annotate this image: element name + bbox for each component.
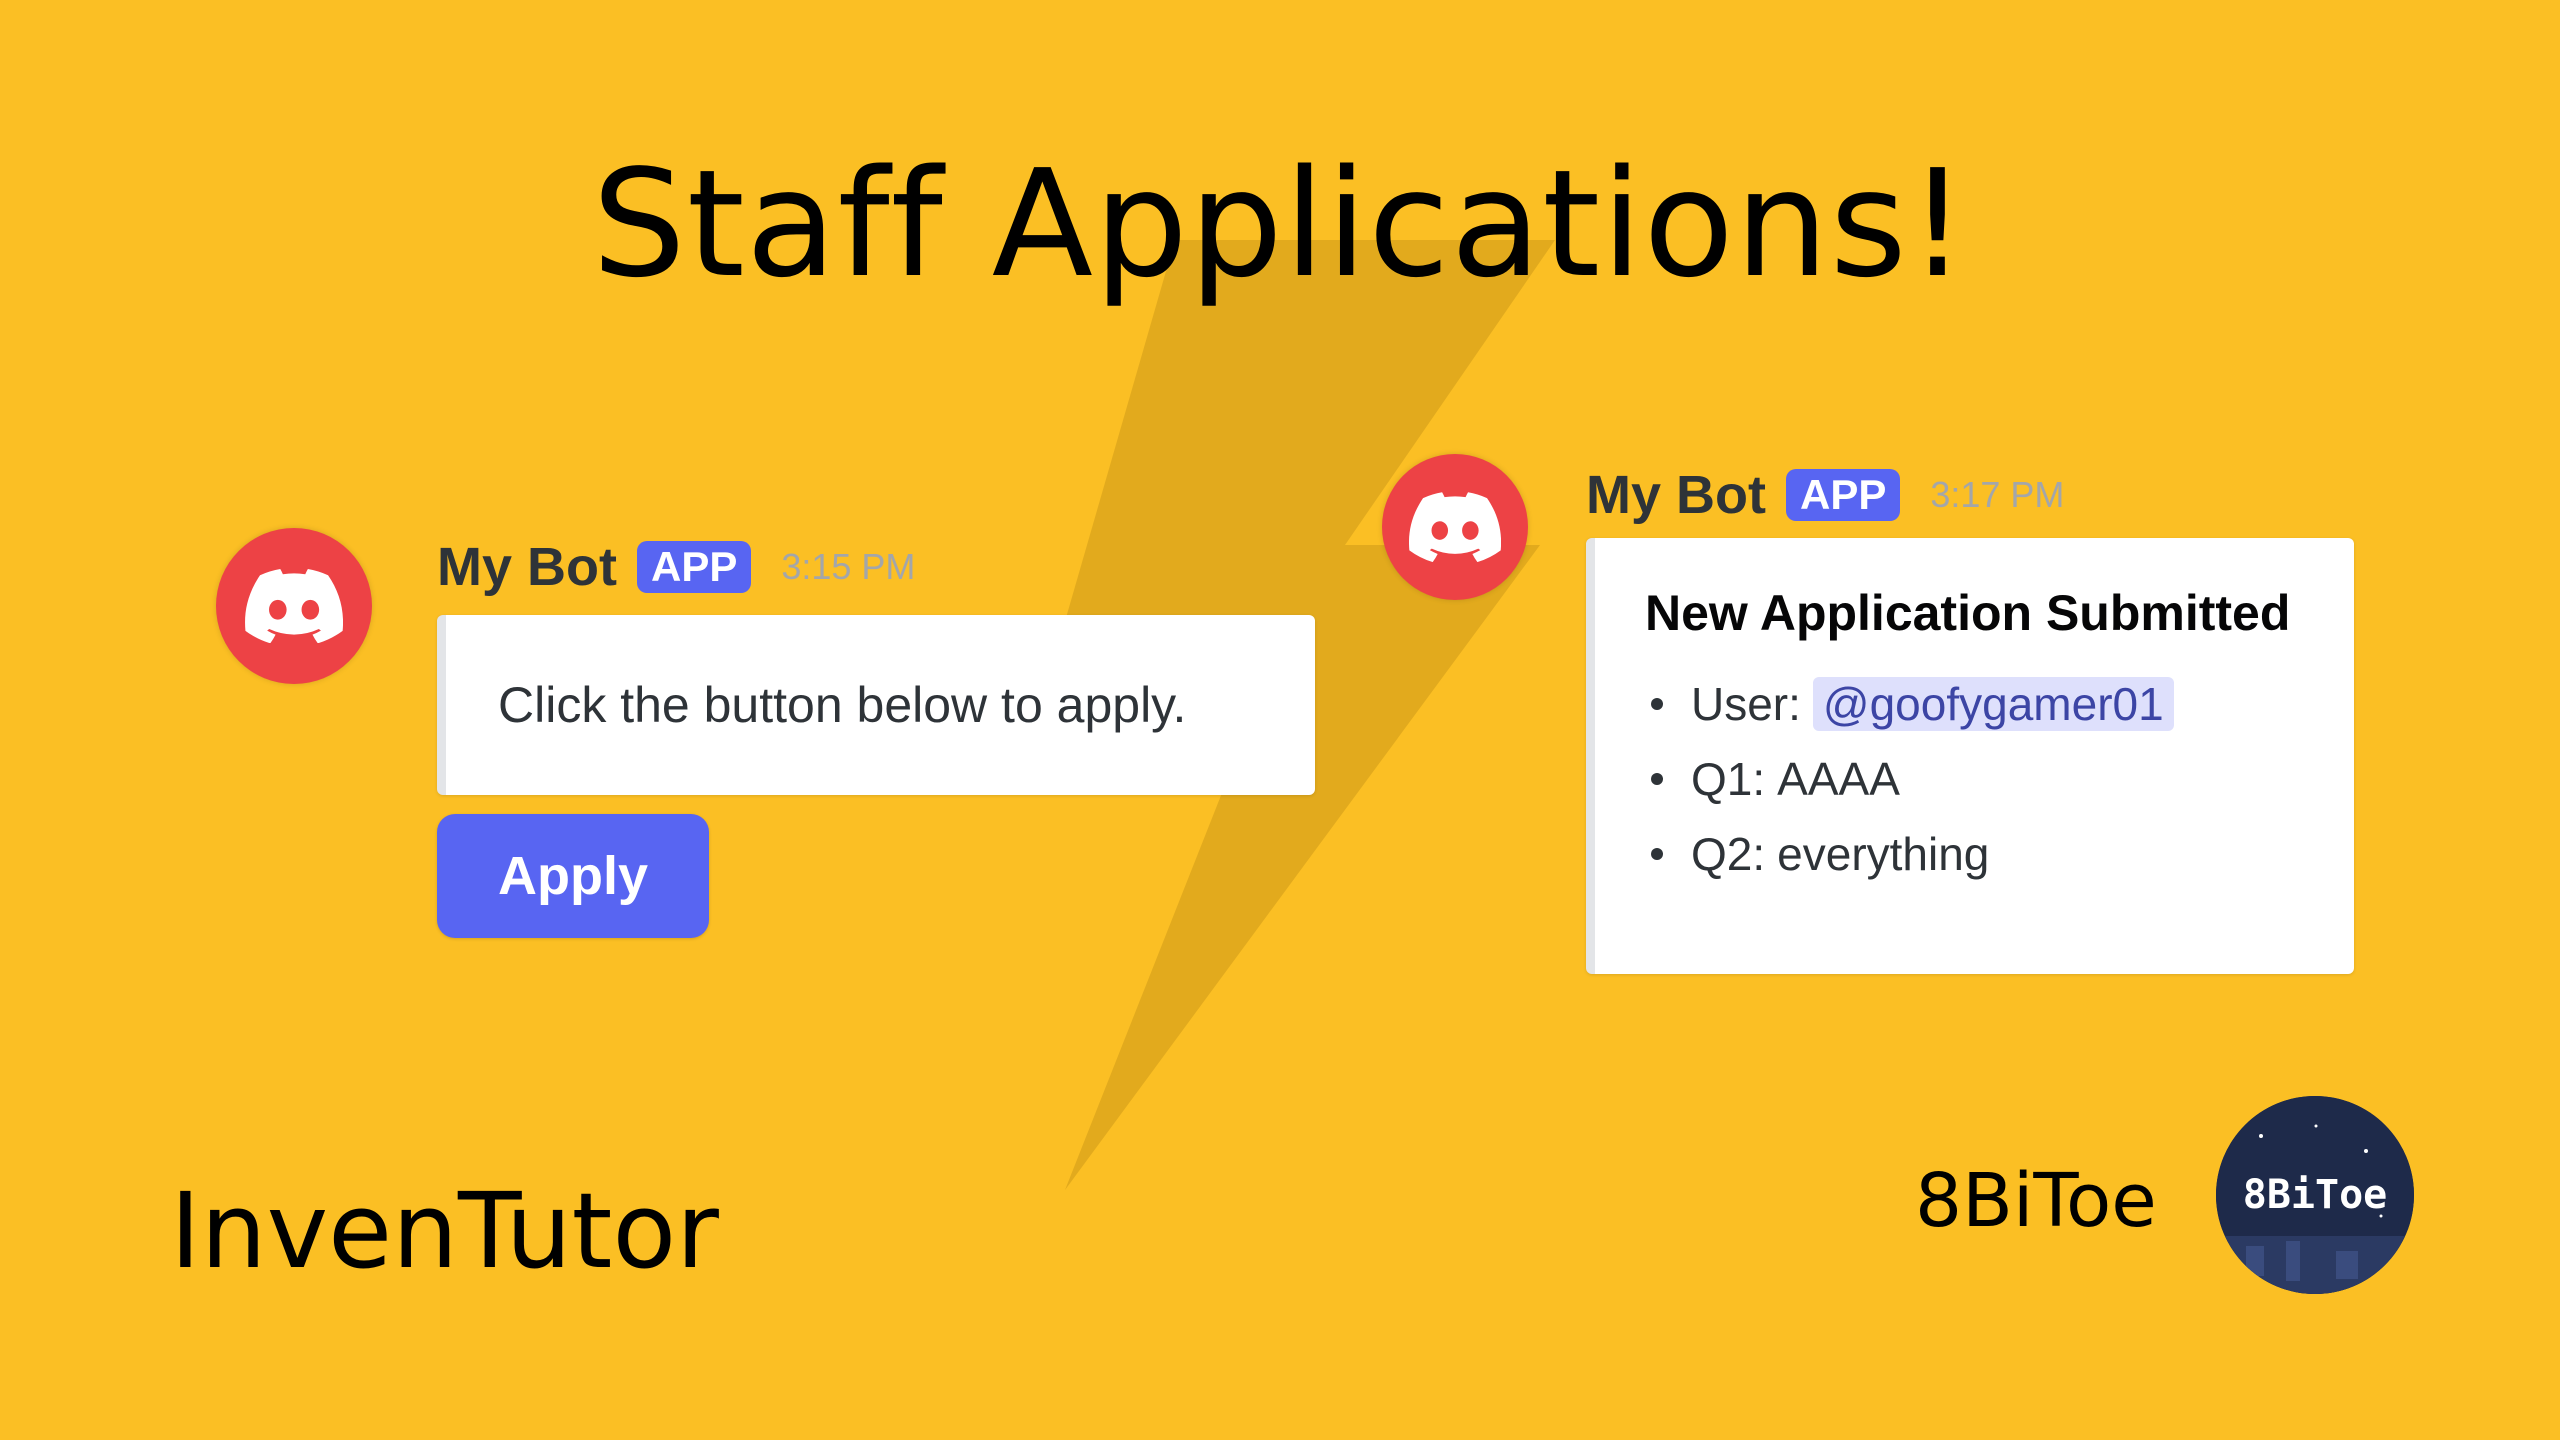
apply-button[interactable]: Apply [437,814,709,938]
discord-logo-icon [245,569,343,643]
message-timestamp: 3:15 PM [781,546,916,587]
bullet-icon [1651,772,1663,785]
message-header-left: My Bot APP 3:15 PM [437,536,915,598]
app-badge: APP [1785,468,1901,522]
embed-card-right: New Application Submitted User: @goofyga… [1586,538,2354,974]
brand-inventutor: InvenTutor [170,1170,719,1292]
list-item: Q1: AAAA [1645,741,2354,816]
embed-description: Click the button below to apply. [498,677,1187,733]
bullet-icon [1651,847,1663,860]
field-label: Q2: [1691,827,1766,880]
bot-name[interactable]: My Bot [1586,464,1766,526]
field-value: everything [1777,827,1990,880]
discord-logo-icon [1409,492,1501,562]
bot-name[interactable]: My Bot [437,536,617,598]
message-header-right: My Bot APP 3:17 PM [1586,464,2064,526]
embed-card-left: Click the button below to apply. [437,615,1315,795]
field-value: AAAA [1777,752,1900,805]
page-title: Staff Applications! [591,138,1969,310]
logo-label: 8BiToe [2242,1172,2388,1218]
8bitoe-logo: 8BiToe [2216,1096,2414,1294]
field-label: Q1: [1691,752,1766,805]
bot-avatar[interactable] [216,528,372,684]
app-badge: APP [636,540,752,594]
user-mention[interactable]: @goofygamer01 [1812,676,2174,731]
bot-avatar[interactable] [1382,454,1528,600]
list-item: Q2: everything [1645,816,2354,891]
field-label: User: [1691,677,1801,730]
embed-title: New Application Submitted [1645,585,2291,641]
embed-field-list: User: @goofygamer01 Q1: AAAA Q2: everyth… [1645,666,2354,891]
bullet-icon [1651,697,1663,710]
brand-8bitoe: 8BiToe [1915,1158,2157,1244]
list-item: User: @goofygamer01 [1645,666,2354,741]
message-timestamp: 3:17 PM [1930,474,2065,515]
